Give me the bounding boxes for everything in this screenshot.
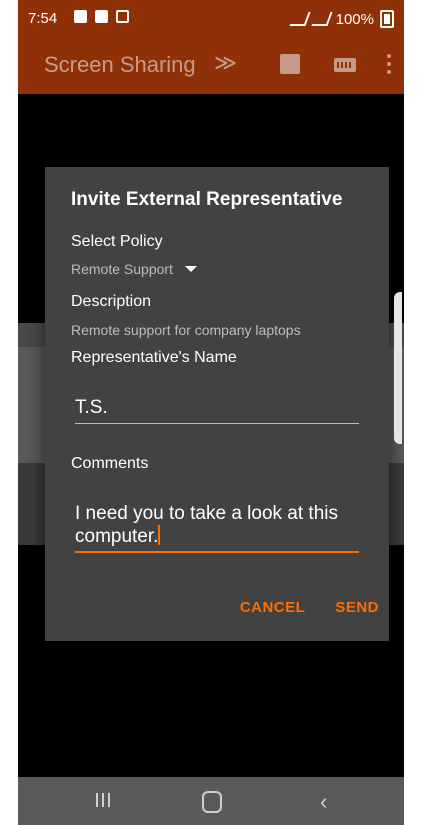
status-bar: 7:54 100% xyxy=(18,0,404,36)
battery-icon xyxy=(380,10,394,28)
send-button[interactable]: SEND xyxy=(335,599,379,616)
policy-value: Remote Support xyxy=(71,261,173,277)
device-screen: 7:54 100% Screen Sharing ≫ Invite Extern… xyxy=(18,0,404,825)
policy-dropdown[interactable]: Remote Support xyxy=(71,261,197,277)
cast-notification-icon xyxy=(116,10,129,23)
signal-icon xyxy=(311,12,333,26)
rep-name-value: T.S. xyxy=(75,397,108,418)
home-icon[interactable] xyxy=(202,791,222,813)
wifi-icon xyxy=(289,12,311,26)
dialog-title: Invite External Representative xyxy=(71,189,343,210)
stop-icon[interactable] xyxy=(280,54,300,74)
back-icon[interactable]: ‹ xyxy=(320,789,327,815)
select-policy-label: Select Policy xyxy=(71,233,163,250)
nav-bar: ‹ xyxy=(18,777,404,825)
status-time: 7:54 xyxy=(28,10,58,27)
app-bar: Screen Sharing ≫ xyxy=(18,36,404,94)
rep-name-input[interactable]: T.S. xyxy=(75,397,359,424)
gallery-notification-icon xyxy=(74,10,87,23)
recent-apps-icon[interactable] xyxy=(96,793,110,807)
edge-panel-handle[interactable] xyxy=(394,292,402,444)
dialog-actions: CANCEL SEND xyxy=(240,599,379,616)
comments-label: Comments xyxy=(71,455,149,472)
comments-input[interactable]: I need you to take a look at this comput… xyxy=(75,503,359,553)
cancel-button[interactable]: CANCEL xyxy=(240,599,306,616)
app-title: Screen Sharing xyxy=(44,52,196,77)
dropdown-arrow-icon xyxy=(184,266,197,272)
rep-name-label: Representative's Name xyxy=(71,349,237,366)
battery-percent: 100% xyxy=(335,10,374,28)
keyboard-icon[interactable] xyxy=(334,58,356,72)
text-cursor xyxy=(158,525,161,545)
app-notification-icon xyxy=(95,10,108,23)
description-value: Remote support for company laptops xyxy=(71,322,301,338)
status-system-icons: 100% xyxy=(289,10,394,28)
description-label: Description xyxy=(71,293,152,310)
status-notification-icons xyxy=(74,10,129,23)
more-vert-icon[interactable] xyxy=(386,54,392,76)
comments-value: I need you to take a look at this comput… xyxy=(75,503,339,547)
chevron-right-icon[interactable]: ≫ xyxy=(214,50,237,76)
invite-dialog: Invite External Representative Select Po… xyxy=(45,167,389,641)
